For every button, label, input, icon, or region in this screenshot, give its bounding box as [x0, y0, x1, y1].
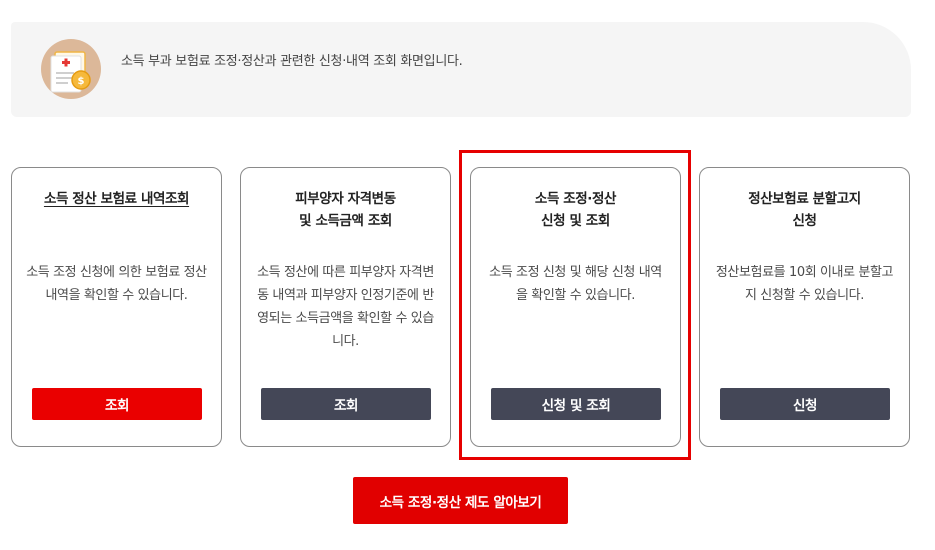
- card-title-line: 신청 및 조회: [541, 213, 610, 229]
- card-description: 소득 조정 신청에 의한 보험료 정산 내역을 확인할 수 있습니다.: [26, 265, 207, 303]
- card-installment-billing-application: 정산보험료 분할고지 신청 정산보험료를 10회 이내로 분할고지 신청할 수 …: [699, 167, 910, 447]
- intro-banner: $ 소득 부과 보험료 조정·정산과 관련한 신청·내역 조회 화면입니다.: [11, 22, 911, 117]
- card-title-line: 신청: [792, 213, 817, 229]
- inquiry-button[interactable]: 조회: [32, 388, 202, 420]
- card-description: 소득 정산에 따른 피부양자 자격변동 내역과 피부양자 인정기준에 반영되는 …: [257, 265, 434, 349]
- svg-text:$: $: [78, 76, 85, 87]
- card-dependent-status-inquiry: 피부양자 자격변동 및 소득금액 조회 소득 정산에 따른 피부양자 자격변동 …: [240, 167, 451, 447]
- card-title: 소득 조정·정산 신청 및 조회: [471, 188, 680, 232]
- card-title: 피부양자 자격변동 및 소득금액 조회: [241, 188, 450, 232]
- card-title: 정산보험료 분할고지 신청: [700, 188, 909, 232]
- card-income-settlement-inquiry: 소득 정산 보험료 내역조회 소득 조정 신청에 의한 보험료 정산 내역을 확…: [11, 167, 222, 447]
- card-title-line: 정산보험료 분할고지: [748, 191, 861, 207]
- inquiry-button[interactable]: 조회: [261, 388, 431, 420]
- card-title-line: 및 소득금액 조회: [299, 213, 392, 229]
- card-description: 정산보험료를 10회 이내로 분할고지 신청할 수 있습니다.: [715, 265, 894, 303]
- card-title-line: 소득 정산 보험료 내역조회: [43, 191, 190, 207]
- card-title-line: 소득 조정·정산: [534, 191, 617, 207]
- apply-and-inquiry-button[interactable]: 신청 및 조회: [491, 388, 661, 420]
- card-income-adjustment-application: 소득 조정·정산 신청 및 조회 소득 조정 신청 및 해당 신청 내역을 확인…: [470, 167, 681, 447]
- card-title-line: 피부양자 자격변동: [295, 191, 396, 207]
- document-coin-icon: $: [41, 39, 101, 99]
- card-description: 소득 조정 신청 및 해당 신청 내역을 확인할 수 있습니다.: [489, 265, 662, 303]
- learn-more-button[interactable]: 소득 조정·정산 제도 알아보기: [353, 477, 568, 524]
- card-title[interactable]: 소득 정산 보험료 내역조회: [12, 188, 221, 210]
- apply-button[interactable]: 신청: [720, 388, 890, 420]
- intro-text: 소득 부과 보험료 조정·정산과 관련한 신청·내역 조회 화면입니다.: [121, 54, 463, 69]
